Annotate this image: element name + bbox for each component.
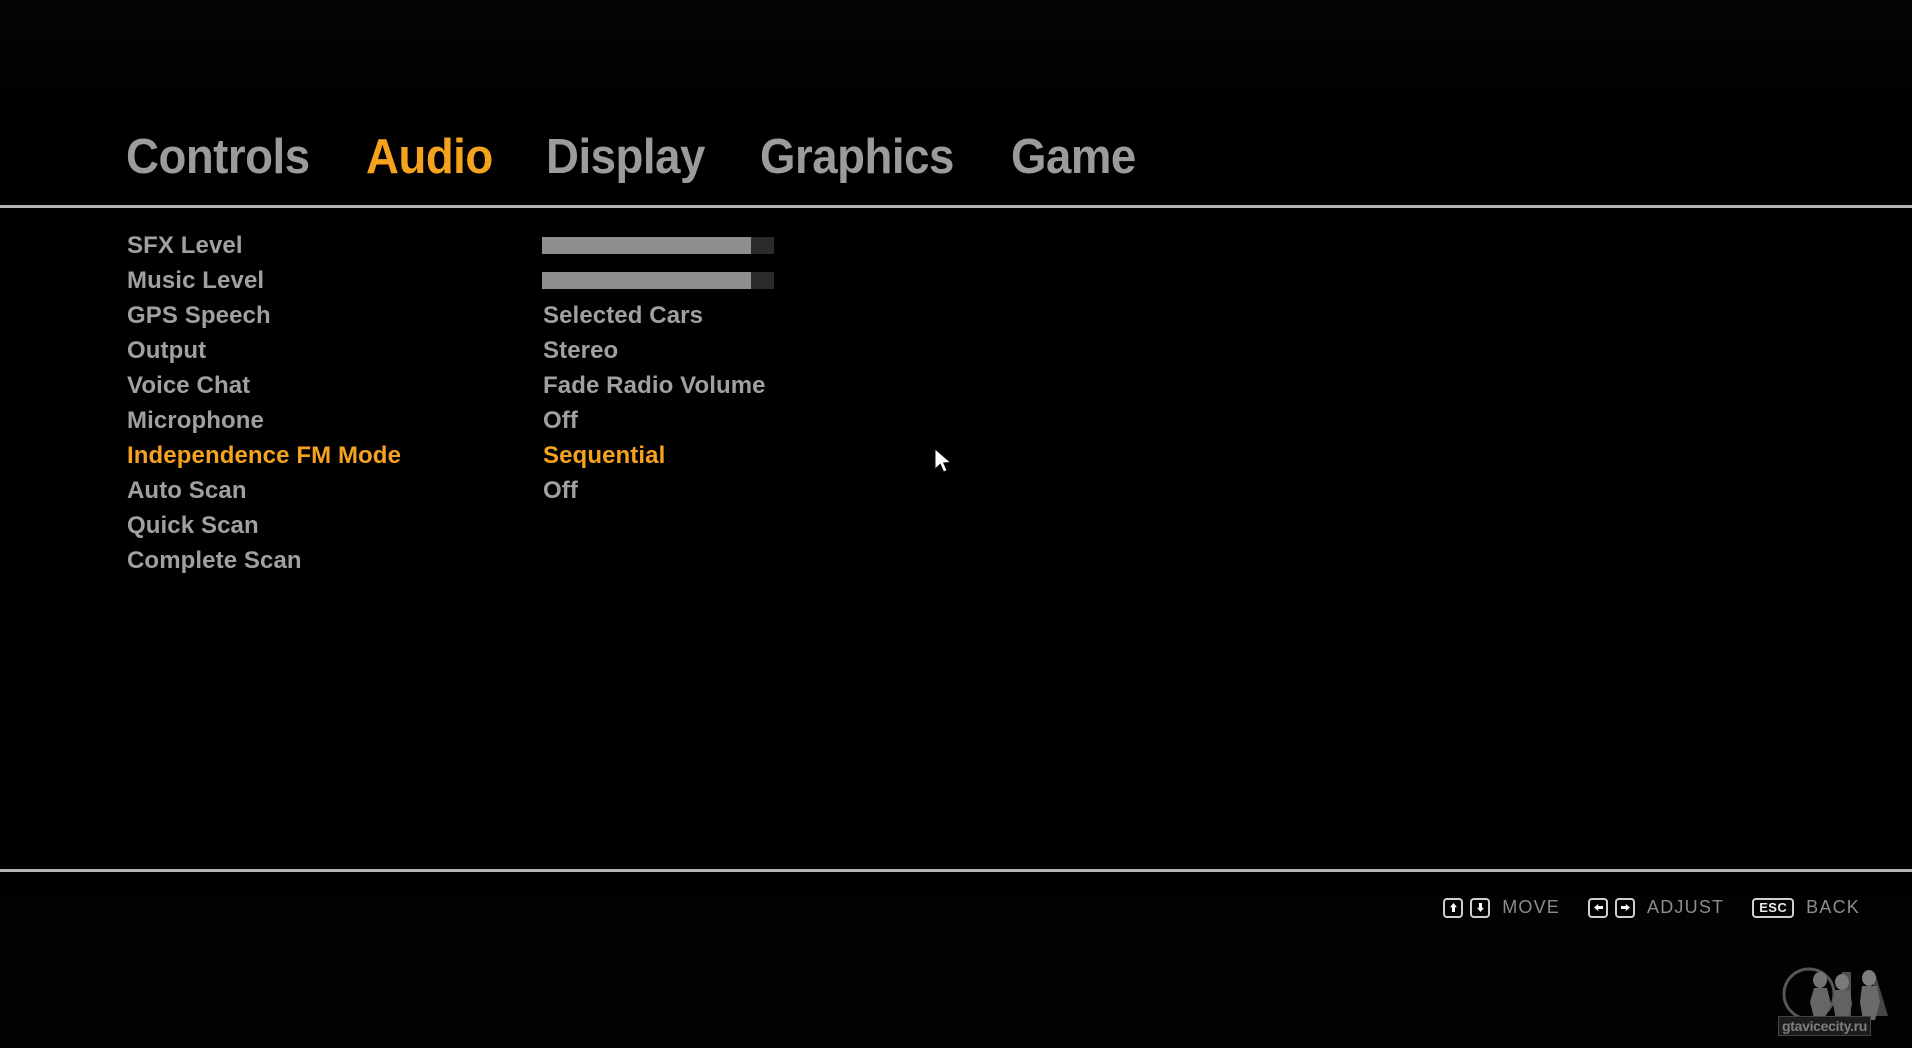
site-watermark: gtavicecity.ru: [1776, 958, 1896, 1040]
hint-label: MOVE: [1502, 897, 1561, 917]
mouse-cursor-icon: [934, 448, 952, 473]
setting-value: Fade Radio Volume: [543, 371, 766, 399]
arrow-up-icon[interactable]: [1443, 897, 1464, 918]
hint-label: ADJUST: [1647, 897, 1725, 917]
setting-row-voice-chat[interactable]: Voice Chat Fade Radio Volume: [0, 368, 1912, 403]
arrow-down-icon[interactable]: [1470, 897, 1491, 918]
setting-label: Quick Scan: [127, 511, 259, 539]
hint-label: BACK: [1806, 897, 1860, 917]
watermark-text: gtavicecity.ru: [1778, 1016, 1872, 1036]
footer-divider: [0, 869, 1912, 872]
setting-row-auto-scan[interactable]: Auto Scan Off: [0, 473, 1912, 508]
esc-key[interactable]: ESC: [1752, 897, 1795, 918]
setting-label: Output: [127, 336, 207, 364]
setting-row-gps-speech[interactable]: GPS Speech Selected Cars: [0, 298, 1912, 333]
tab-game[interactable]: Game: [1011, 132, 1136, 182]
tab-audio[interactable]: Audio: [366, 132, 493, 182]
setting-value: Off: [543, 406, 578, 434]
setting-label: Complete Scan: [127, 546, 302, 574]
setting-row-music-level[interactable]: Music Level: [0, 263, 1912, 298]
setting-row-output[interactable]: Output Stereo: [0, 333, 1912, 368]
music-level-slider[interactable]: [542, 272, 774, 289]
setting-value: Sequential: [543, 441, 666, 469]
tab-controls[interactable]: Controls: [126, 132, 310, 182]
setting-row-quick-scan[interactable]: Quick Scan: [0, 508, 1912, 543]
slider-fill: [542, 272, 751, 289]
header-divider: [0, 205, 1912, 208]
hint-back: ESC BACK: [1752, 897, 1860, 918]
setting-row-complete-scan[interactable]: Complete Scan: [0, 543, 1912, 578]
setting-label: GPS Speech: [127, 301, 271, 329]
setting-label: Voice Chat: [127, 371, 251, 399]
settings-list: SFX Level Music Level GPS Speech Selecte…: [0, 228, 1912, 578]
settings-tabbar: Controls Audio Display Graphics Game: [0, 118, 1912, 196]
setting-row-independence-fm-mode[interactable]: Independence FM Mode Sequential: [0, 438, 1912, 473]
footer-hints: MOVE ADJUST ESC BACK: [1443, 897, 1860, 918]
hint-move: MOVE: [1443, 897, 1560, 918]
setting-label: Independence FM Mode: [127, 441, 402, 469]
arrow-right-icon[interactable]: [1615, 897, 1636, 918]
setting-label: SFX Level: [127, 231, 243, 259]
slider-fill: [542, 237, 751, 254]
setting-label: Music Level: [127, 266, 265, 294]
hint-adjust: ADJUST: [1588, 897, 1724, 918]
sfx-level-slider[interactable]: [542, 237, 774, 254]
setting-value: Selected Cars: [543, 301, 704, 329]
setting-label: Microphone: [127, 406, 264, 434]
setting-label: Auto Scan: [127, 476, 247, 504]
settings-screen: Controls Audio Display Graphics Game SFX…: [0, 0, 1912, 1048]
setting-value: Off: [543, 476, 578, 504]
arrow-left-icon[interactable]: [1588, 897, 1609, 918]
setting-row-sfx-level[interactable]: SFX Level: [0, 228, 1912, 263]
setting-row-microphone[interactable]: Microphone Off: [0, 403, 1912, 438]
setting-value: Stereo: [543, 336, 619, 364]
tab-display[interactable]: Display: [546, 132, 705, 182]
tab-graphics[interactable]: Graphics: [760, 132, 954, 182]
